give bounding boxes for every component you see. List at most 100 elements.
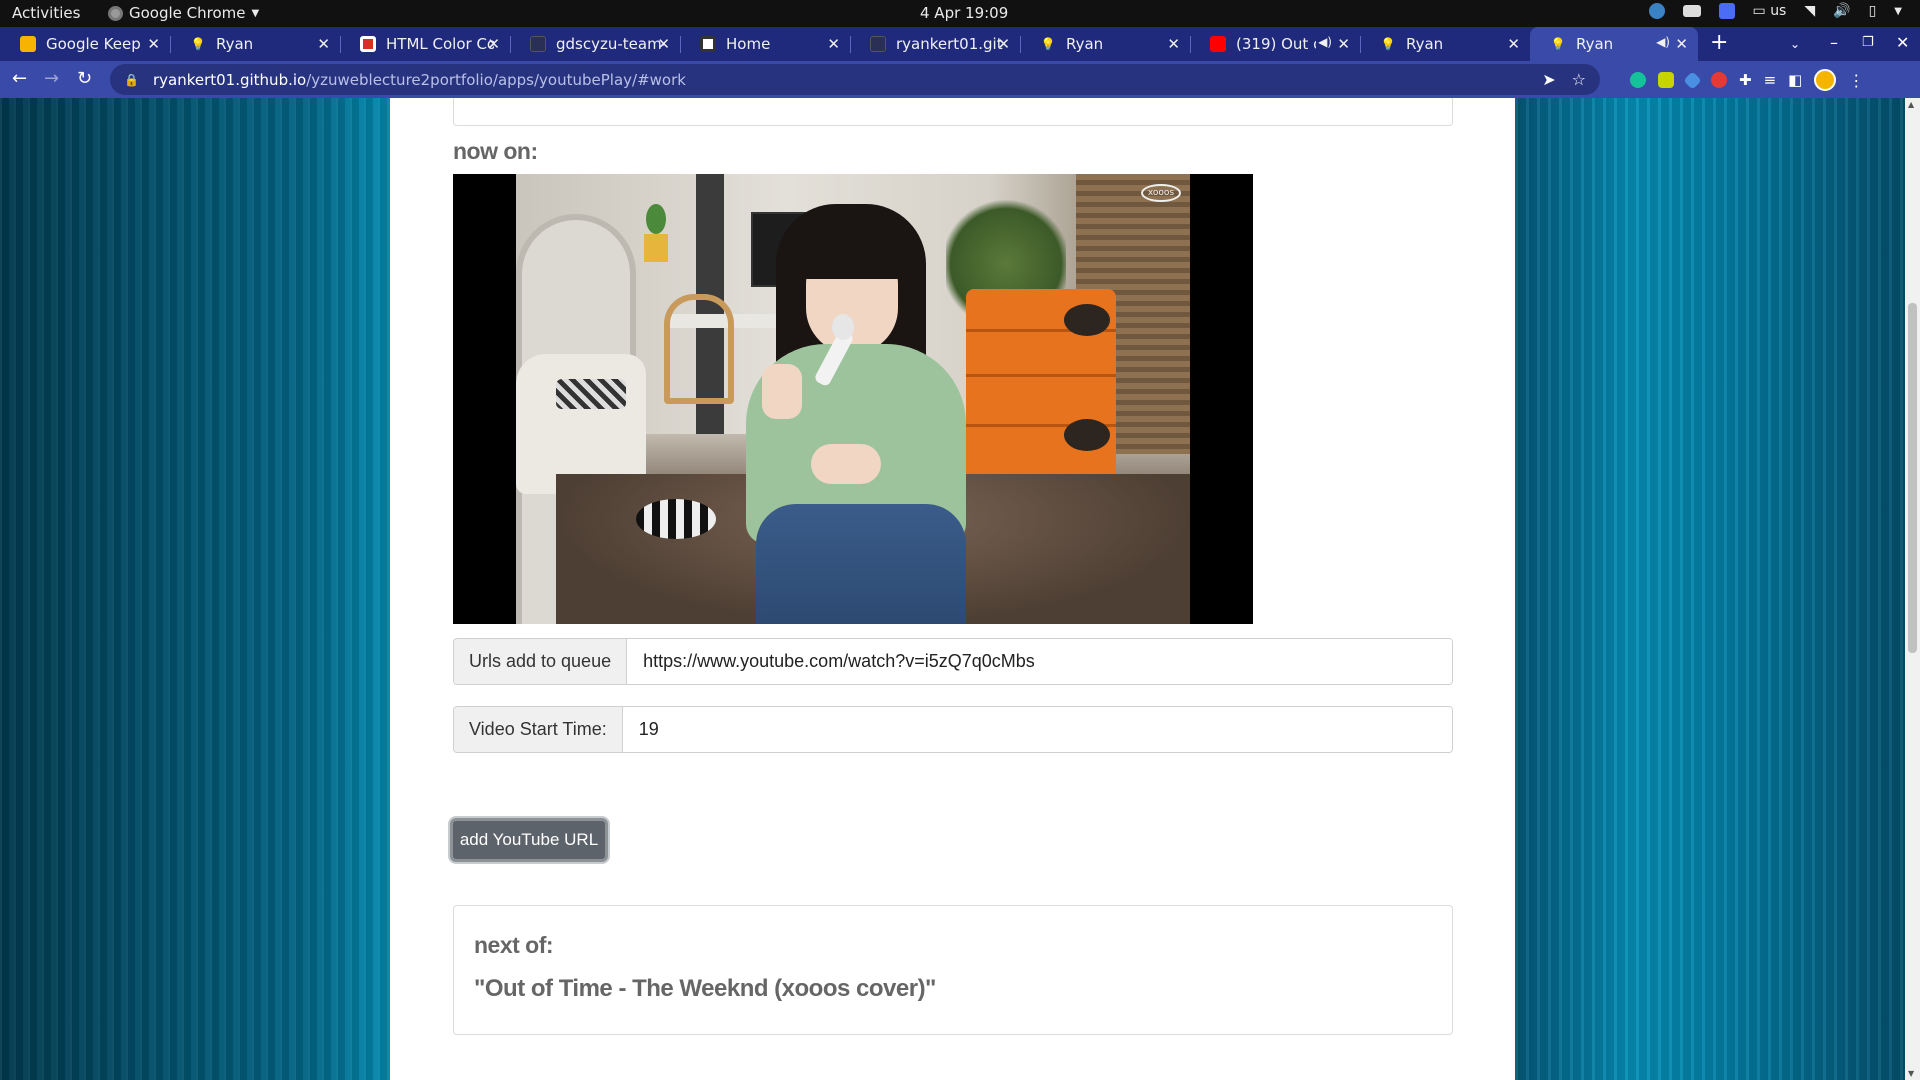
tab-gdscyzu[interactable]: gdscyzu-team-s ✕ (510, 27, 680, 61)
tab-title: Ryan (216, 35, 254, 53)
audio-playing-icon[interactable]: ◀) (1656, 35, 1670, 49)
browser-toolbar: ← → ↻ 🔒 ryankert01.github.io/yzuweblectu… (0, 61, 1920, 98)
profile-avatar[interactable] (1814, 69, 1837, 91)
bulb-icon: 💡 (1040, 37, 1056, 51)
scroll-down-icon[interactable]: ▼ (1908, 1069, 1914, 1078)
forward-icon[interactable]: → (44, 68, 59, 89)
power-menu-icon[interactable]: ▼ (1894, 6, 1902, 17)
github-icon (870, 36, 886, 52)
scroll-up-icon[interactable]: ▲ (1908, 100, 1914, 109)
queue-url-input[interactable] (627, 639, 1452, 684)
tab-search-icon[interactable]: ⌄ (1790, 37, 1800, 51)
discord-icon[interactable] (1682, 5, 1701, 17)
tab-title: (319) Out of (1236, 35, 1316, 53)
extension-icon[interactable] (1658, 72, 1674, 88)
system-top-bar: Activities Google Chrome ▼ 4 Apr 19:09 ▭… (0, 0, 1920, 27)
add-youtube-url-button[interactable]: add YouTube URL (450, 818, 608, 862)
send-to-device-icon[interactable]: ➤ (1542, 70, 1555, 89)
page-scrollbar[interactable]: ▲ ▼ (1905, 98, 1920, 1080)
keyboard-layout[interactable]: ▭ us (1753, 3, 1787, 19)
start-time-input[interactable] (622, 707, 1452, 752)
tab-ryankert01-github[interactable]: ryankert01.gith ✕ (850, 27, 1020, 61)
caret-down-icon: ▼ (251, 7, 260, 19)
next-video-title: "Out of Time - The Weeknd (xooos cover)" (474, 975, 936, 1002)
reload-icon[interactable]: ↻ (77, 68, 92, 89)
globe-icon (700, 36, 716, 52)
close-icon[interactable]: ✕ (1507, 35, 1520, 53)
tab-google-keep[interactable]: Google Keep ✕ (0, 27, 170, 61)
back-icon[interactable]: ← (12, 68, 27, 89)
close-icon[interactable]: ✕ (1675, 35, 1688, 53)
extension-icon[interactable] (1683, 70, 1702, 90)
tab-title: HTML Color Co (386, 35, 494, 53)
kebab-menu-icon[interactable]: ⋮ (1848, 71, 1864, 90)
activities-button[interactable]: Activities (12, 4, 80, 22)
volume-icon[interactable]: 🔊 (1833, 3, 1850, 19)
puzzle-icon[interactable]: ✚ (1739, 71, 1752, 89)
bulb-icon: 💡 (1380, 37, 1396, 51)
close-icon[interactable]: ✕ (487, 35, 500, 53)
tab-ryan-1[interactable]: 💡 Ryan ✕ (170, 27, 340, 61)
minimize-icon[interactable]: – (1830, 33, 1838, 52)
tab-title: gdscyzu-team-s (556, 35, 664, 53)
tab-home[interactable]: Home ✕ (680, 27, 850, 61)
updates-icon[interactable] (1648, 3, 1665, 19)
tab-title: Google Keep (46, 35, 141, 53)
keyboard-icon: ▭ (1752, 3, 1766, 19)
close-icon[interactable]: ✕ (1167, 35, 1180, 53)
window-close-icon[interactable]: ✕ (1896, 33, 1909, 52)
url-path: /yzuweblecture2portfolio/apps/youtubePla… (306, 70, 686, 89)
bulb-icon: 💡 (190, 37, 206, 51)
tab-title: Ryan (1576, 35, 1614, 53)
tab-title: Ryan (1406, 35, 1444, 53)
lock-icon[interactable]: 🔒 (124, 73, 139, 87)
clock[interactable]: 4 Apr 19:09 (920, 4, 1008, 22)
grammarly-icon[interactable] (1630, 72, 1646, 88)
restore-icon[interactable]: ❐ (1862, 35, 1874, 50)
bulb-icon: 💡 (1550, 37, 1566, 51)
close-icon[interactable]: ✕ (827, 35, 840, 53)
youtube-icon (1210, 36, 1226, 52)
new-tab-button[interactable]: + (1710, 30, 1728, 55)
tab-youtube-out-of-time[interactable]: (319) Out of ◀) ✕ (1190, 27, 1360, 61)
system-tray[interactable]: ▭ us ◥ 🔊 ▯ ▼ (1648, 3, 1902, 19)
main-content: now on: xooos Urls add to queue https://… (390, 98, 1515, 1080)
keep-icon (20, 36, 36, 52)
close-icon[interactable]: ✕ (997, 35, 1010, 53)
close-icon[interactable]: ✕ (1337, 35, 1350, 53)
tab-title: Home (726, 35, 771, 53)
start-time-group: Video Start Time: (453, 706, 1453, 753)
color-codes-icon (360, 36, 376, 52)
github-icon (530, 36, 546, 52)
next-video-card: next of: "Out of Time - The Weeknd (xooo… (453, 905, 1453, 1035)
youtube-player[interactable]: xooos (453, 174, 1253, 624)
wifi-icon[interactable]: ◥ (1804, 3, 1815, 19)
side-panel-icon[interactable]: ◧ (1788, 71, 1802, 89)
address-bar[interactable]: 🔒 ryankert01.github.io/yzuweblecture2por… (110, 64, 1600, 95)
reading-list-icon[interactable]: ≡ (1764, 71, 1777, 89)
next-of-label: next of: (474, 932, 554, 958)
tab-ryan-3[interactable]: 💡 Ryan ✕ (1360, 27, 1530, 61)
queue-url-label: Urls add to queue (454, 639, 628, 684)
tab-ryan-active[interactable]: 💡 Ryan ◀) ✕ (1530, 27, 1698, 61)
battery-icon[interactable]: ▯ (1869, 3, 1877, 19)
close-icon[interactable]: ✕ (147, 35, 160, 53)
close-icon[interactable]: ✕ (657, 35, 670, 53)
background-texture (1515, 98, 1905, 1080)
start-time-label: Video Start Time: (454, 707, 623, 752)
extensions-area: ✚ ≡ ◧ ⋮ (1630, 69, 1864, 91)
now-on-label: now on: (453, 138, 538, 164)
tab-strip: Google Keep ✕ 💡 Ryan ✕ HTML Color Co ✕ g… (0, 27, 1920, 61)
scrollbar-thumb[interactable] (1908, 303, 1917, 653)
app-indicator-icon[interactable] (1718, 3, 1735, 19)
close-icon[interactable]: ✕ (317, 35, 330, 53)
audio-playing-icon[interactable]: ◀) (1318, 35, 1332, 49)
extension-icon[interactable] (1711, 72, 1727, 88)
tab-html-color-codes[interactable]: HTML Color Co ✕ (340, 27, 510, 61)
tab-title: Ryan (1066, 35, 1104, 53)
bookmark-star-icon[interactable]: ☆ (1572, 70, 1586, 89)
keyboard-layout-label: us (1770, 3, 1787, 19)
app-menu[interactable]: Google Chrome ▼ (108, 4, 259, 22)
previous-card (453, 98, 1453, 126)
tab-ryan-2[interactable]: 💡 Ryan ✕ (1020, 27, 1190, 61)
